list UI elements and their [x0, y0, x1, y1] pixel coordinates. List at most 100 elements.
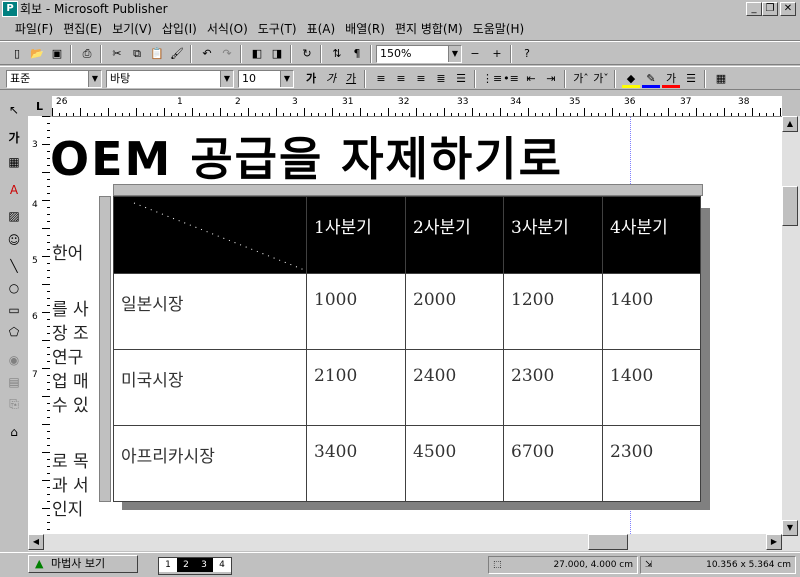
table-cell[interactable]: 2400	[405, 349, 504, 426]
fill-color-icon[interactable]: ◆	[622, 70, 640, 88]
table-cell[interactable]: 1400	[602, 349, 701, 426]
data-table[interactable]: 1사분기 2사분기 3사분기 4사분기 일본시장 1000 2000 1200 1400 미국시장…	[113, 196, 701, 502]
rectangle-tool-icon[interactable]: ▭	[4, 300, 24, 320]
page-button[interactable]: 1	[159, 558, 177, 572]
send-to-back-icon[interactable]: ◨	[268, 45, 286, 63]
undo-icon[interactable]: ↶	[198, 45, 216, 63]
page-button[interactable]: 4	[213, 558, 231, 572]
shrink-font-icon[interactable]: 가ˇ	[592, 70, 610, 88]
open-icon[interactable]: 📂	[28, 45, 46, 63]
table-header-cell[interactable]: 3사분기	[503, 196, 603, 274]
font-select[interactable]: 바탕 ▼	[106, 70, 234, 88]
align-left-icon[interactable]: ≡	[372, 70, 390, 88]
copy-icon[interactable]: ⧉	[128, 45, 146, 63]
menu-edit[interactable]: 편집(E)	[58, 18, 107, 40]
new-icon[interactable]: ▯	[8, 45, 26, 63]
table-cell[interactable]: 2000	[405, 273, 504, 350]
close-button[interactable]: ✕	[780, 2, 796, 16]
table-cell[interactable]: 1400	[602, 273, 701, 350]
menu-help[interactable]: 도움말(H)	[468, 18, 530, 40]
table-corner-cell[interactable]	[113, 196, 307, 274]
horizontal-ruler[interactable]: 26 1 2 3 31 32 33 34 35 36 37 38	[52, 96, 782, 117]
text-frame-icon[interactable]: 가	[4, 128, 24, 148]
rotate-icon[interactable]: ↻	[298, 45, 316, 63]
vertical-scrollbar[interactable]: ▲ ▼	[782, 116, 800, 551]
line-style-icon[interactable]: ☰	[682, 70, 700, 88]
align-right-icon[interactable]: ≡	[412, 70, 430, 88]
menu-tools[interactable]: 도구(T)	[253, 18, 302, 40]
redo-icon[interactable]: ↷	[218, 45, 236, 63]
table-cell[interactable]: 2100	[306, 349, 406, 426]
numbering-icon[interactable]: ⋮≡	[482, 70, 502, 88]
justify-icon[interactable]: ≣	[432, 70, 450, 88]
line-tool-icon[interactable]: ╲	[4, 256, 24, 276]
save-icon[interactable]: ▣	[48, 45, 66, 63]
scroll-left-icon[interactable]: ◀	[28, 534, 44, 550]
pointer-icon[interactable]: ↖	[4, 100, 24, 120]
hot-spot-icon[interactable]: ⎘	[4, 394, 24, 414]
table-cell[interactable]: 4500	[405, 425, 504, 502]
zoom-out-icon[interactable]: −	[466, 45, 484, 63]
scroll-right-icon[interactable]: ▶	[766, 534, 782, 550]
table-header-cell[interactable]: 4사분기	[602, 196, 701, 274]
style-select[interactable]: 표준 ▼	[6, 70, 102, 88]
ruler-corner[interactable]: L	[28, 96, 52, 116]
underline-icon[interactable]: 가	[342, 70, 360, 88]
italic-icon[interactable]: 가	[322, 70, 340, 88]
restore-button[interactable]: ❐	[762, 2, 778, 16]
scroll-up-icon[interactable]: ▲	[782, 116, 798, 132]
menu-arrange[interactable]: 배열(R)	[340, 18, 390, 40]
format-painter-icon[interactable]: 🖌	[168, 45, 186, 63]
table-frame[interactable]: 1사분기 2사분기 3사분기 4사분기 일본시장 1000 2000 1200 1400 미국시장…	[99, 183, 705, 503]
horizontal-scrollbar[interactable]: ◀ ▶	[28, 534, 782, 551]
help-icon[interactable]: ?	[518, 45, 536, 63]
table-cell[interactable]: 2300	[503, 349, 603, 426]
table-row-label-cell[interactable]: 아프리카시장	[113, 425, 307, 502]
font-color-icon[interactable]: 가	[662, 70, 680, 88]
table-header-cell[interactable]: 1사분기	[306, 196, 406, 274]
picture-frame-icon[interactable]: ▨	[4, 206, 24, 226]
line-color-icon[interactable]: ✎	[642, 70, 660, 88]
menu-insert[interactable]: 삽입(I)	[157, 18, 202, 40]
hyphenation-icon[interactable]: ⇅	[328, 45, 346, 63]
menu-file[interactable]: 파일(F)	[10, 18, 58, 40]
menu-mail-merge[interactable]: 편지 병합(M)	[390, 18, 468, 40]
table-cell[interactable]: 6700	[503, 425, 603, 502]
table-cell[interactable]: 2300	[602, 425, 701, 502]
show-wizard-button[interactable]: ▲ 마법사 보기	[28, 555, 138, 573]
table-autoformat-icon[interactable]: ▦	[712, 70, 730, 88]
clip-gallery-icon[interactable]: ☺	[4, 230, 24, 250]
table-cell[interactable]: 1000	[306, 273, 406, 350]
zoom-in-icon[interactable]: +	[488, 45, 506, 63]
show-special-characters-icon[interactable]: ¶	[348, 45, 366, 63]
wordart-icon[interactable]: A	[4, 180, 24, 200]
table-header-cell[interactable]: 2사분기	[405, 196, 504, 274]
bullets-icon[interactable]: •≡	[502, 70, 520, 88]
cut-icon[interactable]: ✂	[108, 45, 126, 63]
zoom-select[interactable]: 150% ▼	[376, 45, 462, 63]
table-row-label-cell[interactable]: 미국시장	[113, 349, 307, 426]
table-column-selector[interactable]	[113, 184, 703, 196]
menu-format[interactable]: 서식(O)	[202, 18, 253, 40]
publisher-app-icon[interactable]: P	[2, 1, 18, 17]
form-control-icon[interactable]: ◉	[4, 350, 24, 370]
increase-indent-icon[interactable]: ⇥	[542, 70, 560, 88]
table-row-label-cell[interactable]: 일본시장	[113, 273, 307, 350]
table-row-selector[interactable]	[99, 196, 111, 502]
scroll-down-icon[interactable]: ▼	[782, 520, 798, 536]
oval-tool-icon[interactable]: ○	[4, 278, 24, 298]
html-code-icon[interactable]: ▤	[4, 372, 24, 392]
menu-table[interactable]: 표(A)	[302, 18, 341, 40]
vertical-scroll-thumb[interactable]	[782, 186, 798, 226]
font-size-select[interactable]: 10 ▼	[238, 70, 294, 88]
menu-view[interactable]: 보기(V)	[107, 18, 157, 40]
headline-text-frame[interactable]: OEM 공급을 자제하기로	[50, 123, 563, 189]
page-button[interactable]: 2	[177, 558, 195, 572]
custom-shapes-icon[interactable]: ⬠	[4, 322, 24, 342]
table-cell[interactable]: 3400	[306, 425, 406, 502]
align-center-icon[interactable]: ≡	[392, 70, 410, 88]
design-gallery-icon[interactable]: ⌂	[4, 422, 24, 442]
paste-icon[interactable]: 📋	[148, 45, 166, 63]
horizontal-scroll-thumb[interactable]	[588, 534, 628, 550]
bring-to-front-icon[interactable]: ◧	[248, 45, 266, 63]
